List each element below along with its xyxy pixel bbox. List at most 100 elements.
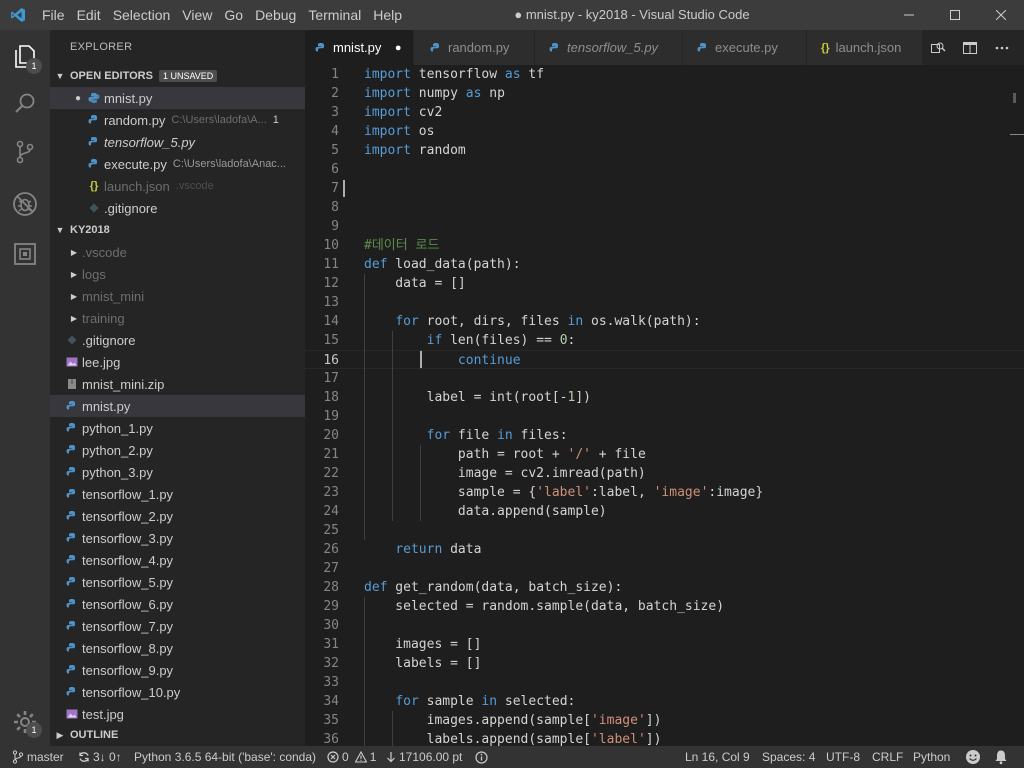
file-item[interactable]: python_2.py bbox=[50, 439, 305, 461]
file-item[interactable]: test.jpg bbox=[50, 703, 305, 725]
code-line[interactable]: 34 for sample in selected: bbox=[305, 692, 1024, 711]
file-item[interactable]: tensorflow_3.py bbox=[50, 527, 305, 549]
file-item[interactable]: tensorflow_6.py bbox=[50, 593, 305, 615]
file-item[interactable]: python_3.py bbox=[50, 461, 305, 483]
code-line[interactable]: 23 sample = {'label':label, 'image':imag… bbox=[305, 483, 1024, 502]
unsaved-dot-icon[interactable]: ● bbox=[393, 42, 403, 54]
code-line[interactable]: 20 for file in files: bbox=[305, 426, 1024, 445]
explorer-activity[interactable]: 1 bbox=[0, 32, 50, 80]
file-item[interactable]: tensorflow_4.py bbox=[50, 549, 305, 571]
file-item[interactable]: .gitignore bbox=[50, 329, 305, 351]
code-line[interactable]: 14 for root, dirs, files in os.walk(path… bbox=[305, 312, 1024, 331]
code-line[interactable]: 10 #데이터 로드 bbox=[305, 236, 1024, 255]
menu-view[interactable]: View bbox=[176, 0, 218, 30]
indentation[interactable]: Spaces: 4 bbox=[762, 746, 815, 768]
open-editor-item[interactable]: ● mnist.py bbox=[50, 87, 305, 109]
language-mode[interactable]: Python bbox=[913, 746, 950, 768]
code-line[interactable]: 25 bbox=[305, 521, 1024, 540]
info-button[interactable] bbox=[475, 746, 491, 768]
menu-debug[interactable]: Debug bbox=[249, 0, 302, 30]
menu-help[interactable]: Help bbox=[367, 0, 408, 30]
feedback-button[interactable] bbox=[965, 746, 984, 768]
code-line[interactable]: 8 bbox=[305, 198, 1024, 217]
menu-go[interactable]: Go bbox=[218, 0, 249, 30]
open-editor-item[interactable]: tensorflow_5.py bbox=[50, 131, 305, 153]
workspace-header[interactable]: ▼ KY2018 bbox=[50, 219, 305, 241]
code-line[interactable]: 27 bbox=[305, 559, 1024, 578]
end-of-line[interactable]: CRLF bbox=[872, 746, 903, 768]
code-editor[interactable]: 1 import tensorflow as tf 2 import numpy as… bbox=[305, 65, 1024, 746]
file-item[interactable]: tensorflow_1.py bbox=[50, 483, 305, 505]
code-line[interactable]: 2 import numpy as np bbox=[305, 84, 1024, 103]
folder-item[interactable]: ▶ training bbox=[50, 307, 305, 329]
code-line[interactable]: 29 selected = random.sample(data, batch_… bbox=[305, 597, 1024, 616]
python-interpreter[interactable]: Python 3.6.5 64-bit ('base': conda) bbox=[134, 746, 316, 768]
code-line[interactable]: 3 import cv2 bbox=[305, 103, 1024, 122]
code-line[interactable]: 31 images = [] bbox=[305, 635, 1024, 654]
encoding[interactable]: UTF-8 bbox=[826, 746, 860, 768]
menu-terminal[interactable]: Terminal bbox=[302, 0, 367, 30]
file-item[interactable]: mnist_mini.zip bbox=[50, 373, 305, 395]
code-line[interactable]: 35 images.append(sample['image']) bbox=[305, 711, 1024, 730]
code-line[interactable]: 16 continue bbox=[305, 350, 1024, 369]
folder-item[interactable]: ▶ .vscode bbox=[50, 241, 305, 263]
menu-selection[interactable]: Selection bbox=[107, 0, 177, 30]
menu-file[interactable]: File bbox=[36, 0, 71, 30]
open-editor-item[interactable]: random.py C:\Users\ladofa\A... 1 bbox=[50, 109, 305, 131]
menu-edit[interactable]: Edit bbox=[71, 0, 107, 30]
notifications-button[interactable] bbox=[994, 746, 1011, 768]
branch-indicator[interactable]: master bbox=[12, 746, 64, 768]
code-line[interactable]: 32 labels = [] bbox=[305, 654, 1024, 673]
manage-activity[interactable]: 1 bbox=[0, 698, 50, 746]
tab-tensorflow-5[interactable]: tensorflow_5.py bbox=[535, 30, 683, 65]
tab-mnist[interactable]: mnist.py ● bbox=[305, 30, 414, 65]
close-window-button[interactable] bbox=[978, 0, 1024, 30]
unsaved-dot-icon[interactable]: ● bbox=[70, 93, 86, 104]
cursor-position[interactable]: Ln 16, Col 9 bbox=[685, 746, 750, 768]
file-item[interactable]: tensorflow_8.py bbox=[50, 637, 305, 659]
open-editor-item[interactable]: {} launch.json .vscode bbox=[50, 175, 305, 197]
code-line[interactable]: 18 label = int(root[-1]) bbox=[305, 388, 1024, 407]
file-item[interactable]: lee.jpg bbox=[50, 351, 305, 373]
search-activity[interactable] bbox=[0, 80, 50, 128]
code-line[interactable]: 4 import os bbox=[305, 122, 1024, 141]
problems-indicator[interactable]: 0 1 bbox=[327, 746, 376, 768]
maximize-button[interactable] bbox=[932, 0, 978, 30]
folder-item[interactable]: ▶ mnist_mini bbox=[50, 285, 305, 307]
code-line[interactable]: 9 bbox=[305, 217, 1024, 236]
split-editor-button[interactable] bbox=[954, 30, 986, 65]
sync-indicator[interactable]: 3↓ 0↑ bbox=[78, 746, 122, 768]
code-line[interactable]: 22 image = cv2.imread(path) bbox=[305, 464, 1024, 483]
debug-activity[interactable] bbox=[0, 180, 50, 228]
open-editor-item[interactable]: .gitignore bbox=[50, 197, 305, 219]
file-item[interactable]: tensorflow_2.py bbox=[50, 505, 305, 527]
code-line[interactable]: 7 bbox=[305, 179, 1024, 198]
code-line[interactable]: 1 import tensorflow as tf bbox=[305, 65, 1024, 84]
open-changes-button[interactable] bbox=[922, 30, 954, 65]
code-line[interactable]: 21 path = root + '/' + file bbox=[305, 445, 1024, 464]
open-editors-header[interactable]: ▼ OPEN EDITORS 1 UNSAVED bbox=[50, 65, 305, 87]
code-line[interactable]: 19 bbox=[305, 407, 1024, 426]
source-control-activity[interactable] bbox=[0, 128, 50, 176]
tab-execute[interactable]: execute.py bbox=[683, 30, 807, 65]
file-item[interactable]: tensorflow_10.py bbox=[50, 681, 305, 703]
code-line[interactable]: 26 return data bbox=[305, 540, 1024, 559]
code-line[interactable]: 5 import random bbox=[305, 141, 1024, 160]
extensions-activity[interactable] bbox=[0, 230, 50, 278]
code-line[interactable]: 12 data = [] bbox=[305, 274, 1024, 293]
file-item[interactable]: tensorflow_7.py bbox=[50, 615, 305, 637]
code-line[interactable]: 11 def load_data(path): bbox=[305, 255, 1024, 274]
code-line[interactable]: 24 data.append(sample) bbox=[305, 502, 1024, 521]
code-line[interactable]: 13 bbox=[305, 293, 1024, 312]
code-line[interactable]: 17 bbox=[305, 369, 1024, 388]
tab-random[interactable]: random.py bbox=[414, 30, 535, 65]
outline-header[interactable]: ▶ OUTLINE bbox=[50, 724, 305, 746]
minimize-button[interactable] bbox=[886, 0, 932, 30]
code-line[interactable]: 28 def get_random(data, batch_size): bbox=[305, 578, 1024, 597]
code-line[interactable]: 33 bbox=[305, 673, 1024, 692]
file-item[interactable]: tensorflow_5.py bbox=[50, 571, 305, 593]
tab-launch-json[interactable]: {} launch.json bbox=[807, 30, 927, 65]
more-actions-button[interactable] bbox=[986, 30, 1018, 65]
open-editor-item[interactable]: execute.py C:\Users\ladofa\Anac... bbox=[50, 153, 305, 175]
file-item[interactable]: mnist.py bbox=[50, 395, 305, 417]
